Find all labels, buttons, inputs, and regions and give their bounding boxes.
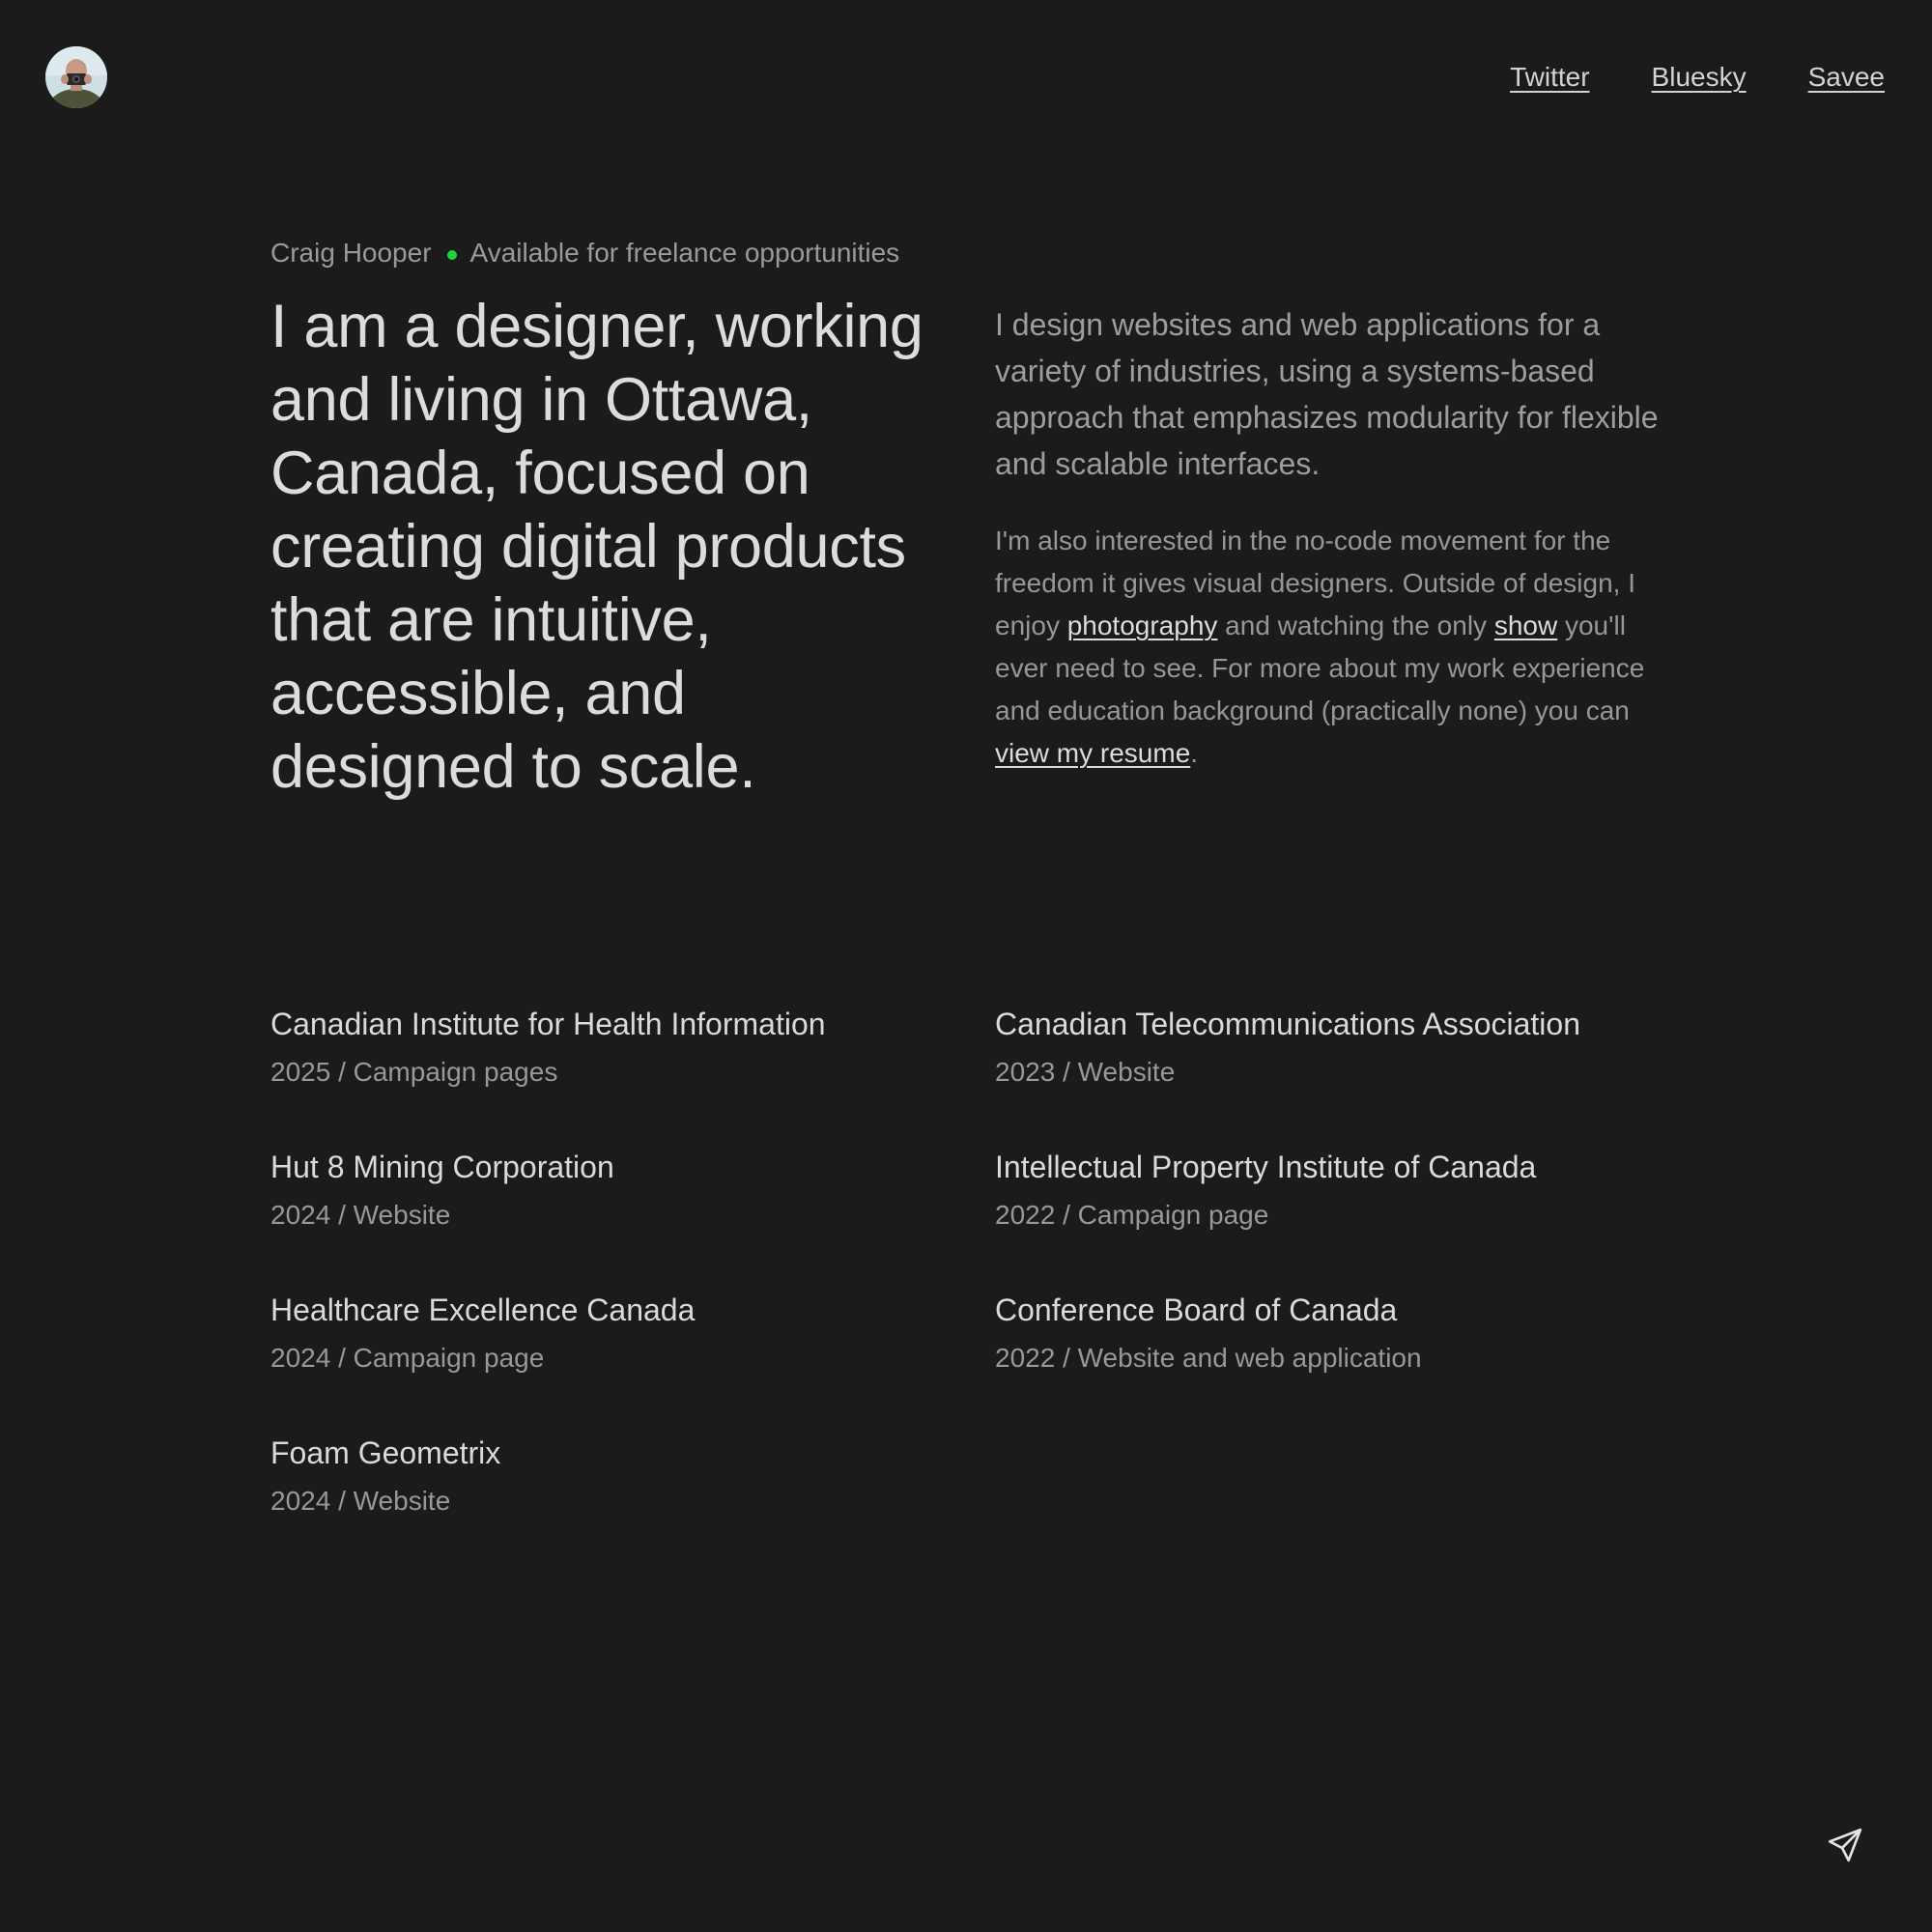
page-headline: I am a designer, working and living in O… (270, 293, 923, 801)
resume-link[interactable]: view my resume (995, 738, 1190, 768)
show-link[interactable]: show (1494, 611, 1557, 640)
project-item[interactable]: Healthcare Excellence Canada 2024 / Camp… (270, 1287, 995, 1430)
send-icon (1828, 1828, 1862, 1862)
bio-text: and watching the only (1217, 611, 1494, 640)
project-item[interactable]: Foam Geometrix 2024 / Website (270, 1430, 995, 1573)
project-name: Healthcare Excellence Canada (270, 1293, 696, 1327)
project-meta: 2022 / Website and web application (995, 1343, 1422, 1373)
bio: I design websites and web applications f… (995, 301, 1671, 775)
project-item[interactable]: Canadian Telecommunications Association … (995, 1001, 1719, 1144)
project-meta: 2025 / Campaign pages (270, 1057, 558, 1087)
avatar[interactable] (45, 46, 107, 108)
availability-status-dot-icon (446, 250, 457, 260)
project-item[interactable]: Canadian Institute for Health Informatio… (270, 1001, 995, 1144)
project-name: Canadian Telecommunications Association (995, 1007, 1580, 1041)
intro-line: Craig Hooper Available for freelance opp… (270, 236, 899, 270)
project-name: Conference Board of Canada (995, 1293, 1398, 1327)
bio-lead: I design websites and web applications f… (995, 307, 1659, 481)
availability-text: Available for freelance opportunities (469, 238, 900, 268)
author-name: Craig Hooper (270, 238, 432, 268)
project-item[interactable]: Conference Board of Canada 2022 / Websit… (995, 1287, 1719, 1430)
send-button[interactable] (1826, 1826, 1864, 1864)
twitter-link[interactable]: Twitter (1510, 58, 1589, 97)
project-name: Foam Geometrix (270, 1435, 501, 1470)
project-meta: 2023 / Website (995, 1057, 1176, 1087)
project-name: Hut 8 Mining Corporation (270, 1150, 614, 1184)
project-list: Canadian Institute for Health Informatio… (270, 1001, 1719, 1573)
bluesky-link[interactable]: Bluesky (1652, 58, 1747, 97)
project-meta: 2024 / Website (270, 1486, 451, 1516)
project-name: Intellectual Property Institute of Canad… (995, 1150, 1537, 1184)
photography-link[interactable]: photography (1067, 611, 1218, 640)
avatar-photo-icon (45, 46, 107, 108)
project-item[interactable]: Intellectual Property Institute of Canad… (995, 1144, 1719, 1287)
project-meta: 2022 / Campaign page (995, 1200, 1269, 1230)
bio-text: . (1190, 738, 1199, 768)
bio-secondary: I'm also interested in the no-code movem… (995, 520, 1671, 775)
project-name: Canadian Institute for Health Informatio… (270, 1007, 826, 1041)
project-meta: 2024 / Website (270, 1200, 451, 1230)
savee-link[interactable]: Savee (1808, 58, 1885, 97)
top-nav: Twitter Bluesky Savee (1510, 58, 1885, 97)
project-meta: 2024 / Campaign page (270, 1343, 545, 1373)
project-item[interactable]: Hut 8 Mining Corporation 2024 / Website (270, 1144, 995, 1287)
